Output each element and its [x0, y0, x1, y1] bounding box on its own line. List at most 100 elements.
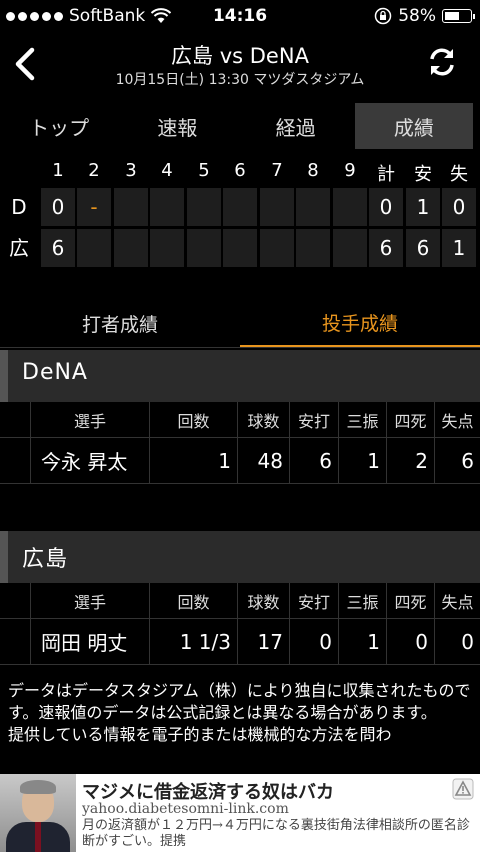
main-tabs: トップ 速報 経過 成績	[0, 103, 480, 149]
inning-label: 6	[234, 160, 246, 181]
inning-score	[223, 188, 257, 226]
inning-score	[333, 188, 367, 226]
inning-score	[187, 229, 221, 267]
game-info: 10月15日(土) 13:30 マツダスタジアム	[115, 72, 365, 88]
total-hits: 1	[406, 188, 440, 226]
table-header: 選手 回数 球数 安打 三振 四死 失点	[0, 402, 480, 438]
column-header: 回数	[149, 402, 237, 437]
stat-cell: 1	[338, 619, 386, 664]
column-header: 三振	[338, 402, 386, 437]
tab-live[interactable]: 速報	[118, 103, 236, 149]
stat-cell: 48	[237, 438, 289, 483]
inning-score	[223, 229, 257, 267]
inning-score	[114, 229, 148, 267]
errors-label: 失	[450, 164, 468, 185]
tab-pitching[interactable]: 投手成績	[240, 300, 480, 347]
table-row[interactable]: 岡田 明丈 1 1/3 17 0 1 0 0	[0, 619, 480, 665]
team-section-header: 広島	[0, 531, 480, 583]
tab-top[interactable]: トップ	[0, 103, 118, 149]
team-name: 広島	[22, 547, 69, 572]
inning-label: 7	[271, 160, 283, 181]
tab-batting[interactable]: 打者成績	[0, 300, 240, 347]
team-name: DeNA	[22, 360, 88, 385]
hits-label: 安	[414, 164, 432, 185]
stat-cell: 1	[149, 438, 237, 483]
scoreboard-row-away: D 0 - 0 1 0	[0, 188, 480, 226]
column-header: 失点	[434, 583, 480, 618]
inning-score	[333, 229, 367, 267]
inning-score	[187, 188, 221, 226]
tab-progress[interactable]: 経過	[237, 103, 355, 149]
ad-banner[interactable]: マジメに借金返済する奴はバカ yahoo.diabetesomni-link.c…	[0, 774, 480, 852]
column-header: 選手	[30, 583, 149, 618]
column-header: 安打	[289, 402, 338, 437]
total-errors: 0	[442, 188, 476, 226]
column-header: 安打	[289, 583, 338, 618]
total-runs: 6	[369, 229, 403, 267]
team-abbr: D	[11, 195, 27, 219]
battery-percent: 58%	[398, 6, 436, 26]
inning-score	[260, 188, 294, 226]
stat-cell: 0	[289, 619, 338, 664]
stat-cell: 0	[434, 619, 480, 664]
table-row[interactable]: 今永 昇太 1 48 6 1 2 6	[0, 438, 480, 484]
scoreboard-row-home: 広 6 6 6 1	[0, 229, 480, 267]
inning-score: 6	[41, 229, 75, 267]
refresh-icon[interactable]	[424, 44, 460, 80]
stat-cell: 0	[386, 619, 434, 664]
pitcher-name: 岡田 明丈	[30, 619, 149, 664]
pitcher-name: 今永 昇太	[30, 438, 149, 483]
inning-label: 2	[88, 160, 100, 181]
data-disclaimer: データはデータスタジアム（株）により独自に収集されたものです。速報値のデータは公…	[8, 681, 471, 744]
rotation-lock-icon	[374, 7, 392, 25]
stats-subtabs: 打者成績 投手成績	[0, 300, 480, 348]
inning-score	[260, 229, 294, 267]
column-header: 四死	[386, 402, 434, 437]
column-header: 回数	[149, 583, 237, 618]
inning-score	[296, 188, 330, 226]
scoreboard-header: 1 2 3 4 5 6 7 8 9 計 安 失	[0, 160, 480, 186]
column-header: 三振	[338, 583, 386, 618]
inning-label: 8	[307, 160, 319, 181]
inning-score	[150, 229, 184, 267]
total-runs: 0	[369, 188, 403, 226]
inning-score	[296, 229, 330, 267]
inning-label: 3	[125, 160, 137, 181]
inning-score	[150, 188, 184, 226]
inning-label: 5	[198, 160, 210, 181]
status-bar: SoftBank 14:16 58%	[0, 0, 480, 36]
battery-icon	[442, 9, 475, 23]
stat-cell: 6	[434, 438, 480, 483]
total-runs-label: 計	[377, 164, 395, 185]
inning-score	[77, 229, 111, 267]
column-header: 選手	[30, 402, 149, 437]
inning-score: -	[77, 188, 111, 226]
section-accent	[0, 350, 8, 402]
ad-description: 月の返済額が１２万円→４万円になる裏技街角法律相談所の匿名診断がすごい。提携	[82, 818, 470, 849]
stat-cell: 1 1/3	[149, 619, 237, 664]
ad-info-icon[interactable]	[452, 778, 474, 800]
stat-cell: 1	[338, 438, 386, 483]
stat-cell: 6	[289, 438, 338, 483]
ad-url: yahoo.diabetesomni-link.com	[82, 801, 289, 817]
inning-score	[114, 188, 148, 226]
tab-stats[interactable]: 成績	[354, 103, 473, 149]
pitching-table-dena: 選手 回数 球数 安打 三振 四死 失点 今永 昇太 1 48 6 1 2 6	[0, 402, 480, 484]
table-header: 選手 回数 球数 安打 三振 四死 失点	[0, 583, 480, 619]
inning-score: 0	[41, 188, 75, 226]
pitching-table-hiroshima: 選手 回数 球数 安打 三振 四死 失点 岡田 明丈 1 1/3 17 0 1 …	[0, 583, 480, 665]
column-header: 失点	[434, 402, 480, 437]
section-accent	[0, 531, 8, 583]
column-header: 球数	[237, 402, 289, 437]
status-right: 58%	[374, 6, 475, 26]
stat-cell: 2	[386, 438, 434, 483]
page-title: 広島 vs DeNA	[171, 44, 309, 68]
total-hits: 6	[406, 229, 440, 267]
team-section-header: DeNA	[0, 350, 480, 402]
stat-cell: 17	[237, 619, 289, 664]
ad-photo	[0, 774, 76, 852]
column-header: 四死	[386, 583, 434, 618]
inning-label: 4	[161, 160, 173, 181]
inning-label: 9	[344, 160, 356, 181]
inning-label: 1	[52, 160, 64, 181]
